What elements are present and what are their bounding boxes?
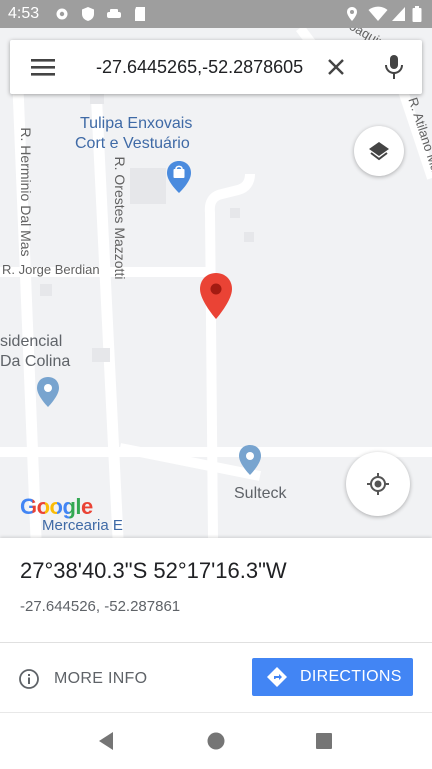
directions-icon xyxy=(267,667,287,687)
search-bar[interactable]: -27.6445265,-52.2878605 xyxy=(10,40,422,94)
poi-label-tulipa-2[interactable]: Cort e Vestuário xyxy=(75,134,190,154)
location-details-sheet: 27°38'40.3"S 52°17'16.3"W -27.644526, -5… xyxy=(0,538,432,712)
sd-card-icon xyxy=(135,7,145,21)
clear-search-icon[interactable] xyxy=(326,57,346,77)
poi-label-residencial-1[interactable]: sidencial xyxy=(0,332,62,352)
location-icon xyxy=(347,7,357,21)
menu-icon[interactable] xyxy=(30,57,56,77)
search-input[interactable]: -27.6445265,-52.2878605 xyxy=(96,57,303,78)
home-icon[interactable] xyxy=(206,731,226,751)
recents-icon[interactable] xyxy=(314,731,334,751)
more-info-label: MORE INFO xyxy=(54,670,148,687)
my-location-button[interactable] xyxy=(346,452,410,516)
system-nav-bar xyxy=(0,712,432,769)
map-view[interactable]: R. Herminio Dal Mas R. Orestes Mazzotti … xyxy=(0,28,432,538)
dropped-pin-icon[interactable] xyxy=(198,272,234,320)
divider xyxy=(0,642,432,643)
signal-icon xyxy=(392,7,405,21)
google-logo-text: Google xyxy=(20,494,93,519)
crosshair-icon xyxy=(367,473,389,495)
poi-label-sulteck[interactable]: Sulteck xyxy=(234,484,286,504)
street-label-orestes: R. Orestes Mazzotti xyxy=(112,156,128,280)
status-time: 4:53 xyxy=(8,5,40,22)
place-pin-icon[interactable] xyxy=(238,444,262,476)
street-label-jorge: R. Jorge Berdian xyxy=(2,262,100,277)
more-info-button[interactable]: MORE INFO xyxy=(18,664,147,694)
settings-icon xyxy=(56,8,68,20)
layers-button[interactable] xyxy=(354,126,404,176)
microphone-icon[interactable] xyxy=(384,54,404,80)
coordinates-decimal: -27.644526, -52.287861 xyxy=(20,598,181,615)
google-logo: Google xyxy=(20,494,93,520)
place-pin-icon[interactable] xyxy=(36,376,60,408)
battery-icon xyxy=(412,6,422,22)
poi-label-residencial-2[interactable]: Da Colina xyxy=(0,352,70,372)
shopping-pin-icon[interactable] xyxy=(166,160,192,194)
coordinates-dms: 27°38'40.3"S 52°17'16.3"W xyxy=(20,558,287,583)
directions-button[interactable]: DIRECTIONS xyxy=(252,658,413,696)
layers-icon xyxy=(369,142,389,161)
directions-label: DIRECTIONS xyxy=(300,668,402,685)
wifi-icon xyxy=(368,6,388,21)
info-icon xyxy=(19,669,39,689)
shield-icon xyxy=(82,7,94,21)
status-bar: 4:53 xyxy=(0,0,432,28)
street-label-herminio: R. Herminio Dal Mas xyxy=(18,127,34,257)
poi-label-tulipa-1[interactable]: Tulipa Enxovais xyxy=(80,114,192,134)
car-icon xyxy=(107,9,121,18)
back-icon[interactable] xyxy=(96,731,116,751)
